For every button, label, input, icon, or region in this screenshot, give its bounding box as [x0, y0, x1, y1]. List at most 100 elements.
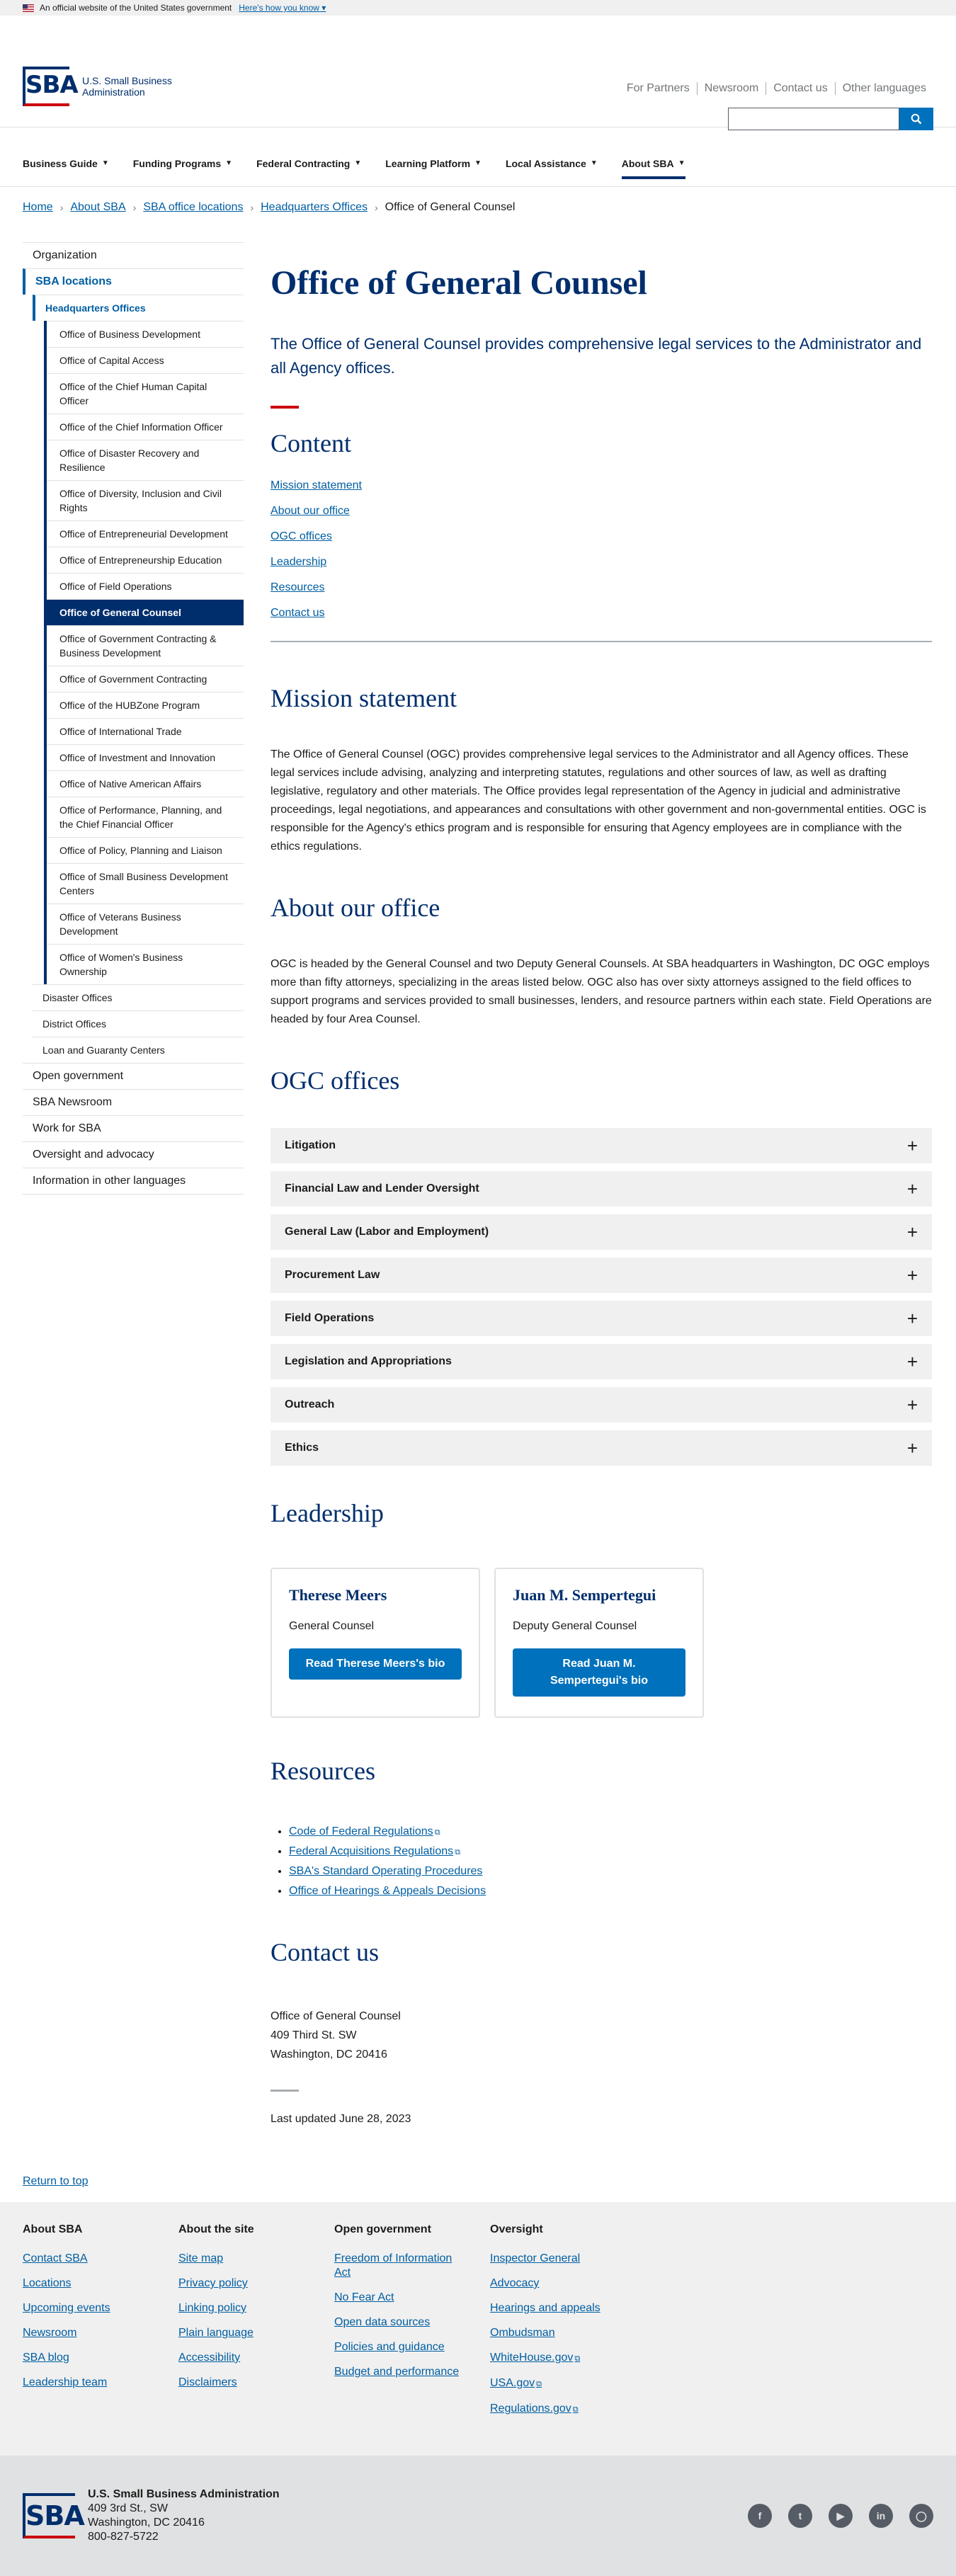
sidenav-hq-office-item[interactable]: Office of Disaster Recovery and Resilien… — [47, 440, 244, 480]
nav-about-sba[interactable]: About SBA ▼ — [621, 148, 685, 179]
facebook-icon[interactable]: f — [748, 2504, 772, 2528]
toc-contact-link[interactable]: Contact us — [271, 607, 932, 620]
footer-link[interactable]: Freedom of Information Act — [334, 2252, 469, 2280]
accordion-item[interactable]: Legislation and Appropriations + — [271, 1344, 932, 1379]
footer-link[interactable]: Leadership team — [23, 2376, 178, 2390]
breadcrumb-hq-offices[interactable]: Headquarters Offices — [261, 201, 368, 214]
sidenav-disaster-offices[interactable]: Disaster Offices — [33, 984, 244, 1010]
footer-link[interactable]: Privacy policy — [178, 2276, 334, 2291]
toc-offices-link[interactable]: OGC offices — [271, 530, 932, 543]
sidenav-hq-office-item[interactable]: Office of Performance, Planning, and the… — [47, 797, 244, 837]
breadcrumb-home[interactable]: Home — [23, 201, 53, 214]
footer-link[interactable]: USA.gov ⧉ — [490, 2376, 646, 2391]
search-button[interactable] — [899, 108, 933, 130]
footer-link[interactable]: Disclaimers — [178, 2376, 334, 2390]
resource-link[interactable]: Office of Hearings & Appeals Decisions — [289, 1885, 486, 1897]
sidenav-sba-locations[interactable]: SBA locations — [23, 268, 244, 295]
resource-link[interactable]: SBA's Standard Operating Procedures — [289, 1865, 482, 1877]
toc-resources-link[interactable]: Resources — [271, 581, 932, 594]
sidenav-open-government[interactable]: Open government — [23, 1063, 244, 1089]
sidenav-hq-office-item[interactable]: Office of Diversity, Inclusion and Civil… — [47, 480, 244, 520]
accordion-item[interactable]: Litigation + — [271, 1128, 932, 1163]
nav-learning-platform[interactable]: Learning Platform ▼ — [385, 148, 482, 179]
footer-link[interactable]: Accessibility — [178, 2351, 334, 2365]
toc-leadership-link[interactable]: Leadership — [271, 556, 932, 569]
sidenav-hq-office-item[interactable]: Office of International Trade — [47, 718, 244, 744]
sidenav-hq-office-item[interactable]: Office of Investment and Innovation — [47, 744, 244, 770]
twitter-icon[interactable]: t — [788, 2504, 812, 2528]
read-bio-button[interactable]: Read Juan M. Sempertegui's bio — [513, 1648, 685, 1697]
footer-link[interactable]: Locations — [23, 2276, 178, 2291]
footer-link[interactable]: Policies and guidance — [334, 2340, 469, 2354]
sidenav-hq-office-item[interactable]: Office of Policy, Planning and Liaison — [47, 837, 244, 863]
sidenav-hq-office-item[interactable]: Office of Government Contracting & Busin… — [47, 625, 244, 666]
sidenav-hq-office-item[interactable]: Office of Field Operations — [47, 573, 244, 599]
read-bio-button[interactable]: Read Therese Meers's bio — [289, 1648, 462, 1680]
footer-link[interactable]: Advocacy — [490, 2276, 646, 2291]
toc-mission-link[interactable]: Mission statement — [271, 479, 932, 492]
newsroom-link[interactable]: Newsroom — [696, 82, 766, 95]
breadcrumb-about-sba[interactable]: About SBA — [70, 201, 125, 214]
sidenav-organization[interactable]: Organization — [23, 242, 244, 268]
nav-federal-contracting[interactable]: Federal Contracting ▼ — [256, 148, 361, 179]
resource-link[interactable]: Federal Acquisitions Regulations — [289, 1845, 453, 1857]
sidenav-hq-office-item[interactable]: Office of Capital Access — [47, 347, 244, 373]
nav-business-guide[interactable]: Business Guide ▼ — [23, 148, 109, 179]
breadcrumb-office-locations[interactable]: SBA office locations — [143, 201, 243, 214]
toc-about-link[interactable]: About our office — [271, 505, 932, 518]
footer-link[interactable]: Linking policy — [178, 2301, 334, 2315]
sidenav-hq-office-item[interactable]: Office of Native American Affairs — [47, 770, 244, 797]
linkedin-icon[interactable]: in — [869, 2504, 893, 2528]
footer-link[interactable]: Site map — [178, 2252, 334, 2266]
footer-link[interactable]: No Fear Act — [334, 2291, 469, 2305]
footer-link[interactable]: Newsroom — [23, 2326, 178, 2340]
sidenav-hq-office-item[interactable]: Office of the HUBZone Program — [47, 692, 244, 718]
resource-link[interactable]: Code of Federal Regulations — [289, 1825, 433, 1837]
sidenav-hq-office-item[interactable]: Office of the Chief Information Officer — [47, 414, 244, 440]
sidenav-sba-newsroom[interactable]: SBA Newsroom — [23, 1089, 244, 1115]
footer-link[interactable]: Plain language — [178, 2326, 334, 2340]
accordion-item[interactable]: Procurement Law + — [271, 1258, 932, 1293]
youtube-icon[interactable]: ▶ — [829, 2504, 853, 2528]
footer-link[interactable]: Open data sources — [334, 2315, 469, 2330]
footer-link[interactable]: Budget and performance — [334, 2365, 469, 2379]
footer-link[interactable]: Upcoming events — [23, 2301, 178, 2315]
for-partners-link[interactable]: For Partners — [620, 82, 697, 95]
footer-link[interactable]: Hearings and appeals — [490, 2301, 646, 2315]
sidenav-hq-office-item[interactable]: Office of Entrepreneurship Education — [47, 547, 244, 573]
sidenav-hq-office-item[interactable]: Office of Government Contracting — [47, 666, 244, 692]
sidenav-headquarters-offices[interactable]: Headquarters Offices — [33, 295, 244, 321]
sidenav-hq-office-item[interactable]: Office of Veterans Business Development — [47, 904, 244, 944]
sidenav-hq-office-item[interactable]: Office of Entrepreneurial Development — [47, 520, 244, 547]
footer-link[interactable]: Regulations.gov ⧉ — [490, 2402, 646, 2417]
search-input[interactable] — [728, 108, 899, 130]
sba-logo[interactable]: SBA U.S. Small Business Administration — [23, 67, 172, 106]
sidenav-hq-office-item[interactable]: Office of Small Business Development Cen… — [47, 863, 244, 904]
accordion-item[interactable]: Financial Law and Lender Oversight + — [271, 1171, 932, 1207]
accordion-item[interactable]: Ethics + — [271, 1430, 932, 1466]
sidenav-district-offices[interactable]: District Offices — [33, 1010, 244, 1037]
contact-us-link[interactable]: Contact us — [766, 82, 834, 95]
accordion-item[interactable]: Field Operations + — [271, 1301, 932, 1336]
sidenav-hq-office-item[interactable]: Office of General Counsel — [47, 599, 244, 625]
footer-link[interactable]: WhiteHouse.gov ⧉ — [490, 2351, 646, 2366]
sidenav-other-languages[interactable]: Information in other languages — [23, 1168, 244, 1195]
sba-footer-logo[interactable]: SBA — [23, 2493, 85, 2538]
sidenav-hq-office-item[interactable]: Office of the Chief Human Capital Office… — [47, 373, 244, 414]
footer-link[interactable]: Contact SBA — [23, 2252, 178, 2266]
instagram-icon[interactable]: ◯ — [909, 2504, 933, 2528]
sidenav-work-for-sba[interactable]: Work for SBA — [23, 1115, 244, 1141]
heres-how-you-know-link[interactable]: Here's how you know ▾ — [239, 3, 326, 13]
return-to-top-link[interactable]: Return to top — [23, 2175, 89, 2187]
nav-funding-programs[interactable]: Funding Programs ▼ — [133, 148, 232, 179]
footer-link[interactable]: Inspector General — [490, 2252, 646, 2266]
sidenav-hq-office-item[interactable]: Office of Business Development — [47, 321, 244, 347]
footer-link[interactable]: Ombudsman — [490, 2326, 646, 2340]
other-languages-link[interactable]: Other languages — [834, 82, 933, 95]
sidenav-oversight-advocacy[interactable]: Oversight and advocacy — [23, 1141, 244, 1168]
sidenav-hq-office-item[interactable]: Office of Women's Business Ownership — [47, 944, 244, 984]
accordion-item[interactable]: Outreach + — [271, 1387, 932, 1423]
accordion-item[interactable]: General Law (Labor and Employment) + — [271, 1214, 932, 1250]
sidenav-loan-guaranty-centers[interactable]: Loan and Guaranty Centers — [33, 1037, 244, 1063]
footer-link[interactable]: SBA blog — [23, 2351, 178, 2365]
